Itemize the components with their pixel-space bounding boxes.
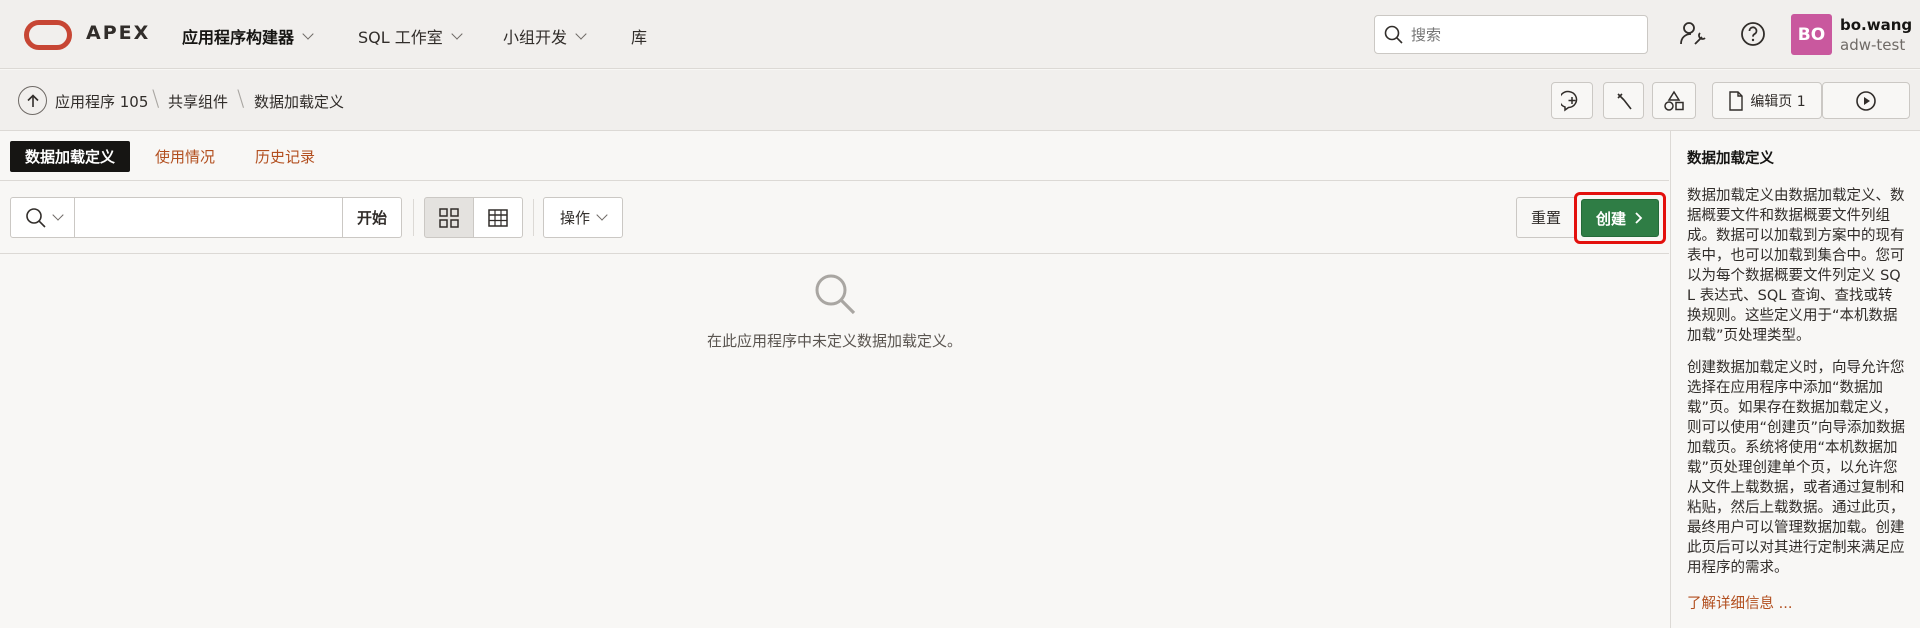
- help-paragraph: 创建数据加载定义时，向导允许您选择在应用程序中添加“数据加载”页。如果存在数据加…: [1687, 360, 1906, 576]
- parent-page-button[interactable]: [18, 86, 47, 115]
- learn-more-link[interactable]: 了解详细信息 ...: [1687, 592, 1906, 613]
- edit-page-button[interactable]: 编辑页 1: [1712, 82, 1822, 119]
- nav-gallery[interactable]: 库: [631, 24, 647, 48]
- breadcrumb-application[interactable]: 应用程序 105: [55, 91, 148, 112]
- chevron-down-icon: [302, 27, 314, 40]
- run-page-button[interactable]: [1822, 82, 1910, 119]
- breadcrumb-shared-components[interactable]: 共享组件: [168, 91, 228, 112]
- search-column-button[interactable]: [10, 197, 75, 238]
- oracle-logo-icon[interactable]: [24, 20, 72, 50]
- play-circle-icon: [1856, 90, 1876, 111]
- breadcrumb-separator: \: [152, 87, 160, 112]
- nav-team-development[interactable]: 小组开发: [503, 24, 587, 48]
- tab-history[interactable]: 历史记录: [240, 141, 330, 172]
- empty-state-message: 在此应用程序中未定义数据加载定义。: [706, 332, 962, 350]
- search-input[interactable]: [1411, 25, 1641, 44]
- tab-utilization[interactable]: 使用情况: [140, 141, 230, 172]
- toolbar-divider: [413, 199, 414, 236]
- reset-button[interactable]: 重置: [1516, 197, 1576, 238]
- nav-app-builder[interactable]: 应用程序构建器: [182, 24, 314, 48]
- chevron-down-icon: [596, 209, 608, 221]
- nav-label: SQL 工作室: [358, 28, 443, 47]
- toolbar-divider: [533, 199, 534, 236]
- breadcrumb-bar: 应用程序 105 \ 共享组件 \ 数据加载定义 编辑页 1: [0, 70, 1920, 131]
- help-paragraph: 数据加载定义由数据加载定义、数据概要文件和数据概要文件列组成。数据可以加载到方案…: [1687, 188, 1905, 344]
- help-panel: 数据加载定义 数据加载定义由数据加载定义、数据概要文件和数据概要文件列组成。数据…: [1670, 131, 1920, 628]
- actions-menu-button[interactable]: 操作: [543, 197, 623, 238]
- report-search-input[interactable]: [74, 197, 344, 238]
- create-label: 创建: [1595, 209, 1626, 228]
- page-tabs: 数据加载定义 使用情况 历史记录: [0, 131, 1669, 181]
- shared-components-button[interactable]: [1652, 82, 1696, 119]
- nav-label: 库: [631, 28, 648, 47]
- administration-button[interactable]: [1676, 17, 1710, 51]
- breadcrumb-current-page: 数据加载定义: [254, 93, 345, 111]
- tab-data-load-definitions[interactable]: 数据加载定义: [10, 141, 131, 172]
- edit-page-label: 编辑页 1: [1750, 93, 1806, 110]
- actions-label: 操作: [559, 209, 590, 227]
- chevron-right-icon: [1635, 212, 1643, 224]
- comment-plus-icon: [1561, 90, 1578, 111]
- grid-view-icon: [439, 207, 459, 228]
- main-content: 数据加载定义 使用情况 历史记录 开始 操作 重置 创建 在此应用程序中未定义数…: [0, 131, 1669, 628]
- create-button-highlight: 创建: [1574, 192, 1666, 244]
- help-button[interactable]: [1736, 17, 1770, 51]
- apex-brand[interactable]: APEX: [86, 22, 150, 44]
- user-name[interactable]: bo.wang: [1840, 16, 1912, 34]
- icon-view-button[interactable]: [424, 197, 474, 238]
- chevron-down-icon: [451, 27, 463, 40]
- create-button[interactable]: 创建: [1581, 199, 1659, 237]
- chevron-down-icon: [575, 27, 587, 40]
- search-icon: [1384, 25, 1403, 44]
- question-circle-icon: [1741, 22, 1765, 46]
- report-toolbar: 开始 操作 重置 创建: [0, 181, 1669, 254]
- workspace-name: adw-test: [1840, 36, 1906, 54]
- developer-tools-button[interactable]: [1603, 82, 1644, 119]
- person-wrench-icon: [1680, 22, 1706, 45]
- report-view-button[interactable]: [473, 197, 523, 238]
- nav-sql-workshop[interactable]: SQL 工作室: [358, 24, 463, 48]
- search-icon: [25, 207, 46, 228]
- global-search[interactable]: [1374, 15, 1648, 54]
- page-edit-icon: [1729, 90, 1744, 111]
- feedback-button[interactable]: [1551, 82, 1593, 119]
- nav-label: 小组开发: [503, 28, 568, 47]
- help-title: 数据加载定义: [1687, 151, 1774, 167]
- wrench-icon: [1616, 92, 1632, 109]
- breadcrumb-separator: \: [237, 87, 245, 112]
- nav-label: 应用程序构建器: [182, 28, 295, 47]
- table-view-icon: [488, 208, 508, 227]
- user-avatar[interactable]: BO: [1791, 14, 1832, 55]
- shapes-icon: [1664, 90, 1684, 111]
- top-header: APEX 应用程序构建器 SQL 工作室 小组开发 库 BO: [0, 0, 1920, 69]
- chevron-down-icon: [51, 209, 64, 221]
- arrow-up-icon: [26, 93, 39, 107]
- go-button[interactable]: 开始: [342, 197, 402, 238]
- search-icon: [815, 274, 856, 315]
